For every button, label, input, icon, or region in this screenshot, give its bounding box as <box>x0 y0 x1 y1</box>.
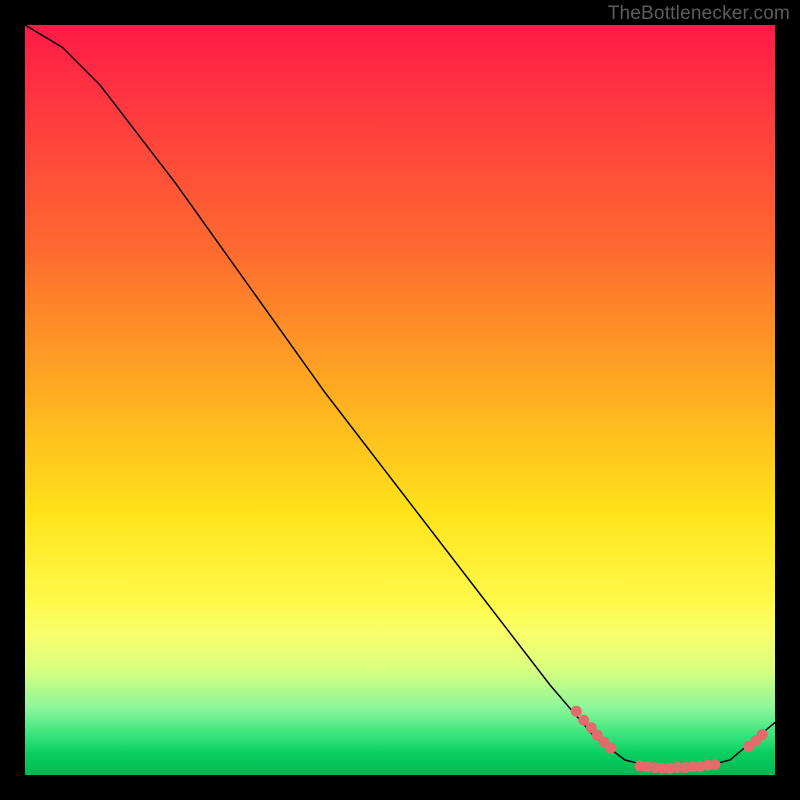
chart-frame: TheBottlenecker.com <box>0 0 800 800</box>
data-point <box>605 743 616 754</box>
chart-plot-area <box>25 25 775 775</box>
data-points-group <box>571 706 768 774</box>
watermark-text: TheBottlenecker.com <box>608 3 790 25</box>
data-point <box>571 706 582 717</box>
data-point <box>710 759 721 770</box>
data-point <box>757 729 768 740</box>
bottleneck-curve <box>25 25 775 768</box>
chart-svg <box>25 25 775 775</box>
